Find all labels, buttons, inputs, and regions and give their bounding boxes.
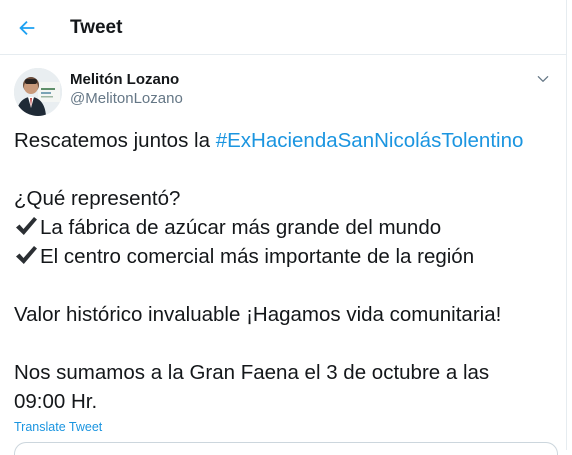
heavy-check-mark-icon: [16, 217, 37, 235]
closing-line-1: Nos sumamos a la Gran Faena el 3 de octu…: [14, 361, 490, 384]
hashtag-link[interactable]: #ExHaciendaSanNicolásTolentino: [216, 129, 524, 152]
page-header: Tweet: [0, 0, 566, 55]
tweet-panel: Tweet Melitón Lozano @MelitonLozano Resc…: [0, 0, 567, 455]
bullet-line-2: El centro comercial más importante de la…: [14, 242, 554, 271]
more-options-button[interactable]: [532, 68, 554, 90]
back-button[interactable]: [12, 13, 42, 43]
translate-tweet-link[interactable]: Translate Tweet: [14, 420, 102, 434]
chevron-down-icon: [537, 76, 549, 82]
question-line: ¿Qué representó?: [14, 187, 181, 210]
media-card-edge: [14, 442, 558, 455]
tweet-author: Melitón Lozano @MelitonLozano: [12, 66, 560, 116]
tweet-body: Rescatemos juntos la #ExHaciendaSanNicol…: [14, 126, 554, 416]
heavy-check-mark-icon: [16, 246, 37, 264]
avatar[interactable]: [14, 68, 62, 116]
bullet-line-1: La fábrica de azúcar más grande del mund…: [14, 213, 554, 242]
avatar-photo: [14, 68, 62, 116]
author-name[interactable]: Melitón Lozano: [70, 71, 179, 89]
value-line: Valor histórico invaluable ¡Hagamos vida…: [14, 303, 502, 326]
bullet-text-2: El centro comercial más importante de la…: [40, 245, 475, 268]
bullet-text-1: La fábrica de azúcar más grande del mund…: [40, 216, 442, 239]
closing-line-2: 09:00 Hr.: [14, 390, 98, 413]
intro-text: Rescatemos juntos la: [14, 129, 216, 152]
author-handle[interactable]: @MelitonLozano: [70, 90, 183, 108]
page-title: Tweet: [70, 17, 123, 38]
tweet-line-intro: Rescatemos juntos la #ExHaciendaSanNicol…: [14, 126, 554, 155]
arrow-left-icon: [19, 20, 35, 36]
